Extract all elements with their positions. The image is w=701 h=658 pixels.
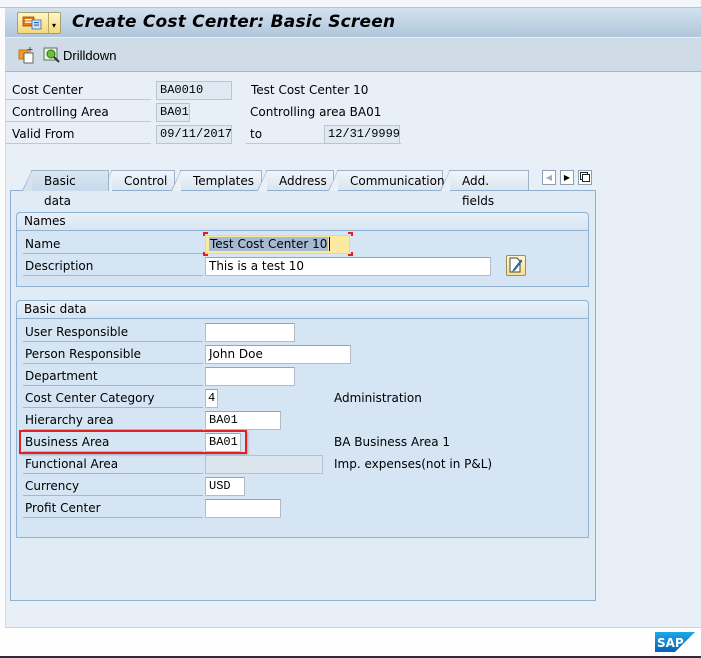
tab-list-button[interactable]: [578, 170, 592, 185]
focus-corner-top-left: [203, 232, 208, 236]
status-bar: [0, 628, 701, 656]
currency-label: Currency: [23, 476, 203, 496]
valid-from-label: Valid From: [6, 124, 151, 144]
currency-input[interactable]: USD: [205, 477, 245, 496]
name-input[interactable]: Test Cost Center 10: [205, 235, 350, 254]
tab-add-fields[interactable]: Add. fields: [440, 170, 529, 208]
drilldown-label: Drilldown: [63, 47, 117, 63]
cost-center-field[interactable]: BA0010: [156, 81, 232, 100]
tab-control[interactable]: Control: [102, 170, 175, 191]
user-responsible-label: User Responsible: [23, 322, 203, 342]
controlling-area-description: Controlling area BA01: [250, 105, 382, 119]
department-label: Department: [23, 366, 203, 386]
tab-address[interactable]: Address: [257, 170, 334, 191]
create-copy-icon: [18, 47, 34, 64]
long-text-edit-button[interactable]: [506, 255, 526, 276]
tab-list-icon: [580, 172, 590, 182]
controlling-area-field[interactable]: BA01: [156, 103, 190, 122]
sap-logo: SAP: [655, 632, 695, 652]
cost-center-category-input[interactable]: 4: [205, 389, 218, 408]
edit-document-icon: [509, 257, 523, 273]
department-input[interactable]: [205, 367, 295, 386]
controlling-area-label: Controlling Area: [6, 102, 151, 122]
business-area-highlight: [19, 430, 247, 454]
hierarchy-area-label: Hierarchy area: [23, 410, 203, 430]
focus-corner-top-right: [348, 232, 353, 236]
tab-communication[interactable]: Communication: [328, 170, 445, 191]
valid-from-field[interactable]: 09/11/2017: [156, 125, 232, 144]
cost-center-description: Test Cost Center 10: [251, 83, 369, 97]
description-label: Description: [23, 256, 203, 276]
functional-area-label: Functional Area: [23, 454, 203, 474]
sap-menu-icon: [22, 16, 42, 30]
user-responsible-input[interactable]: [205, 323, 295, 342]
window-top-strip: [0, 0, 701, 8]
drilldown-icon: [43, 47, 60, 63]
names-group-title: Names: [17, 213, 588, 231]
application-toolbar: Drilldown: [5, 38, 701, 72]
description-input[interactable]: This is a test 10: [205, 257, 491, 276]
menu-button-divider: [48, 13, 49, 33]
sap-logo-text: SAP: [657, 636, 684, 650]
person-responsible-label: Person Responsible: [23, 344, 203, 364]
name-input-value: Test Cost Center 10: [209, 237, 329, 251]
functional-area-description: Imp. expenses(not in P&L): [334, 457, 493, 471]
focus-corner-bottom-right: [348, 252, 353, 256]
focus-corner-bottom-left: [203, 252, 208, 256]
functional-area-input[interactable]: [205, 455, 323, 474]
person-responsible-input[interactable]: John Doe: [205, 345, 351, 364]
cost-center-category-label: Cost Center Category: [23, 388, 203, 408]
tab-basic-data[interactable]: Basic data: [22, 170, 109, 208]
name-label: Name: [23, 234, 203, 254]
cost-center-category-description: Administration: [334, 391, 422, 405]
valid-to-field[interactable]: 12/31/9999: [324, 125, 400, 144]
chevron-down-icon[interactable]: ▾: [52, 22, 56, 30]
drilldown-button[interactable]: Drilldown: [43, 46, 116, 64]
tab-next-button[interactable]: ▶: [560, 170, 574, 185]
cost-center-label: Cost Center: [6, 80, 151, 100]
hierarchy-area-input[interactable]: BA01: [205, 411, 281, 430]
title-bar: ▾ Create Cost Center: Basic Screen: [5, 8, 701, 38]
create-copy-button[interactable]: [18, 46, 36, 64]
profit-center-input[interactable]: [205, 499, 281, 518]
profit-center-label: Profit Center: [23, 498, 203, 518]
basic-data-group-title: Basic data: [17, 301, 588, 319]
page-title: Create Cost Center: Basic Screen: [72, 12, 396, 32]
tab-templates[interactable]: Templates: [171, 170, 262, 191]
sap-menu-button[interactable]: ▾: [17, 12, 61, 34]
business-area-description: BA Business Area 1: [334, 435, 451, 449]
tab-prev-button[interactable]: ◀: [542, 170, 556, 185]
